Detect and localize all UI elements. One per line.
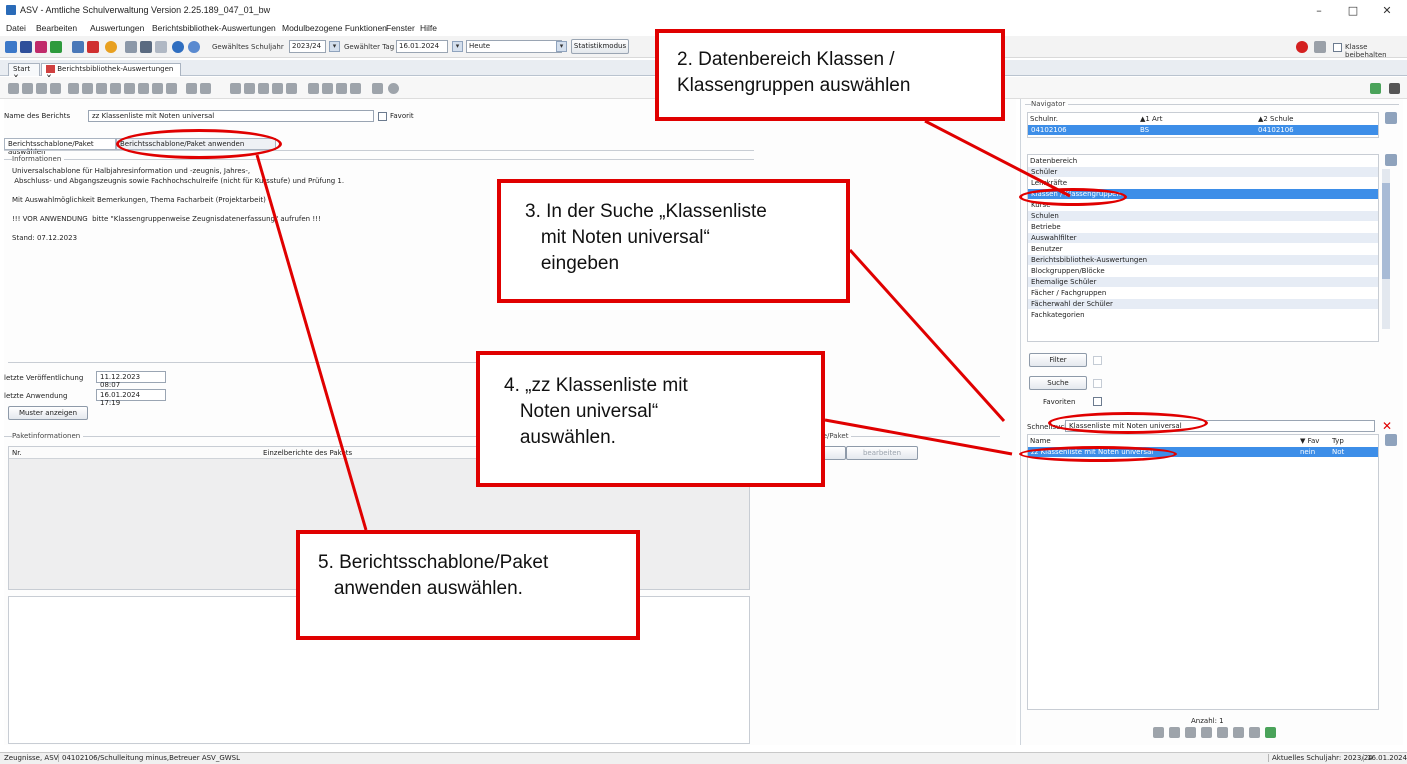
callout-step-5: 5. Berichtsschablone/Paket anwenden ausw… <box>296 530 640 640</box>
callout-4-pointer <box>824 418 1013 456</box>
highlight-result <box>1019 446 1177 462</box>
highlight-schnellsuche <box>1048 412 1208 434</box>
callout-step-2: 2. Datenbereich Klassen / Klassengruppen… <box>655 29 1005 121</box>
callout-5-pointer <box>255 154 368 531</box>
highlight-klassen <box>1019 188 1127 206</box>
callout-step-3: 3. In der Suche „Klassenliste mit Noten … <box>497 179 850 303</box>
highlight-anwenden-tab <box>116 129 282 159</box>
callout-step-4: 4. „zz Klassenliste mit Noten universal“… <box>476 351 825 487</box>
callout-2-pointer <box>924 119 1071 198</box>
callout-3-pointer <box>848 248 1006 423</box>
